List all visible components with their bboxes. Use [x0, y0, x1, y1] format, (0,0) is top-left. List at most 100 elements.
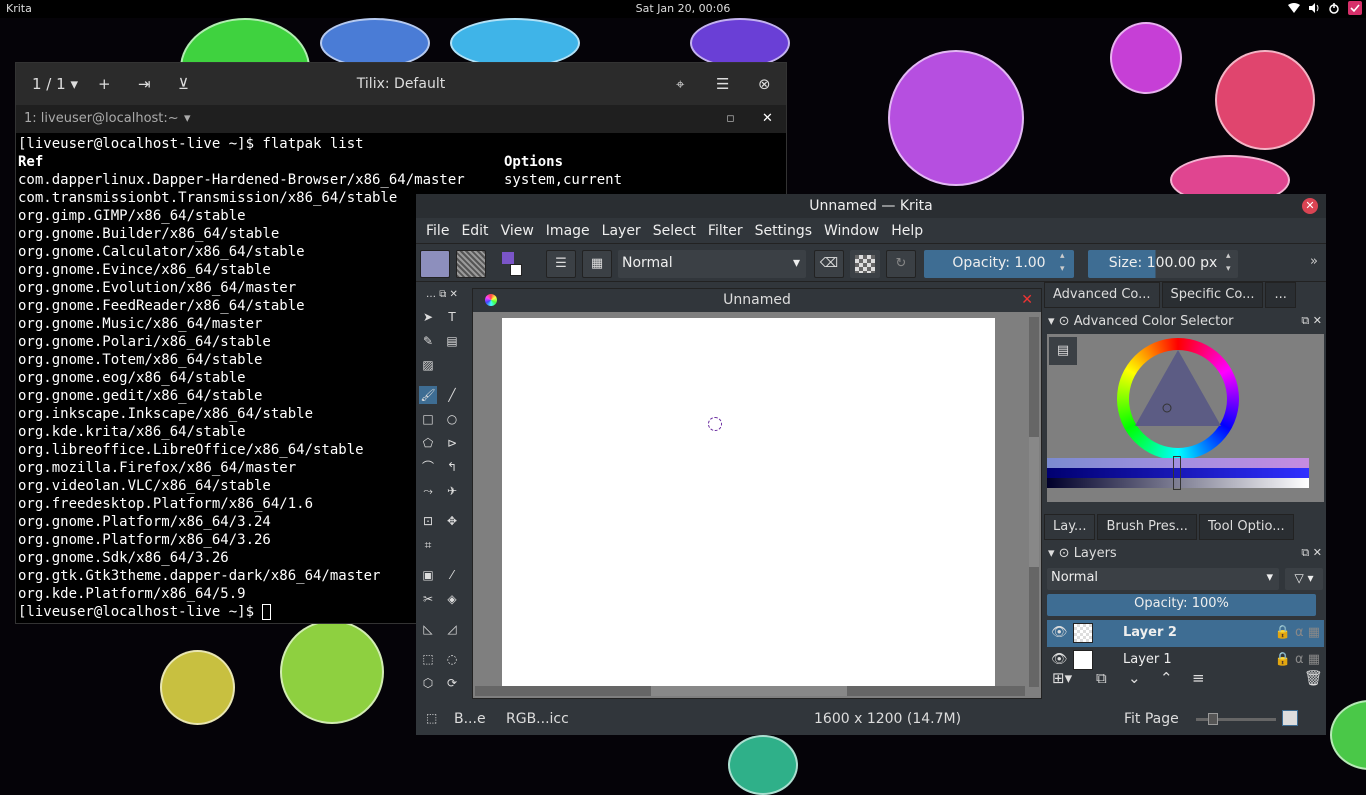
canvas-only-button[interactable] [1282, 710, 1298, 726]
eye-icon[interactable]: 👁 [1051, 652, 1068, 667]
system-tray[interactable] [1288, 1, 1362, 15]
choose-brush-preset-button[interactable]: ▦ [582, 250, 612, 278]
layer-name[interactable]: Layer 2 [1123, 625, 1177, 640]
rectangular-selection-tool[interactable]: ⬚ [419, 650, 437, 668]
preserve-alpha-button[interactable] [850, 250, 880, 278]
opacity-spin[interactable]: ▴ ▾ [1060, 250, 1072, 276]
assistant-tool[interactable]: ◺ [419, 620, 437, 638]
docker-tab[interactable]: ... [1265, 282, 1296, 308]
duplicate-layer-icon[interactable]: ⧉ [1096, 669, 1107, 687]
pattern-swatch[interactable] [420, 250, 450, 278]
layer-opacity-slider[interactable]: Opacity: 100% [1047, 594, 1316, 616]
selector-settings-button[interactable]: ▤ [1049, 337, 1077, 365]
lock-alpha-icons[interactable]: 🔒 α ▦ [1275, 625, 1320, 640]
maximize-icon[interactable]: ▫ [726, 111, 735, 126]
docker-tab[interactable]: Specific Co... [1161, 282, 1264, 308]
float-close-icon[interactable]: ⧉ ✕ [1301, 314, 1322, 328]
select-shapes-tool[interactable]: ➤ [419, 308, 437, 326]
opacity-slider[interactable]: Opacity: 1.00 [924, 250, 1074, 278]
color-picker-tool[interactable]: ⁄ [443, 566, 461, 584]
polygonal-selection-tool[interactable]: ⬡ [419, 674, 437, 692]
ellipse-tool[interactable]: ○ [443, 410, 461, 428]
slider-handle[interactable] [1173, 456, 1181, 490]
smart-patch-tool[interactable]: ✂ [419, 590, 437, 608]
layer-row[interactable]: 👁 Layer 2 🔒 α ▦ [1047, 620, 1324, 647]
chevron-down-icon[interactable]: ▾ [184, 111, 191, 126]
polygon-tool[interactable]: ⬠ [419, 434, 437, 452]
multibrush-tool[interactable]: ✈ [443, 482, 461, 500]
rectangle-tool[interactable]: □ [419, 410, 437, 428]
freehand-path-tool[interactable]: ↰ [443, 458, 461, 476]
foreground-color[interactable] [502, 252, 514, 264]
blend-mode-select[interactable]: Normal ▾ [618, 250, 806, 278]
layer-blend-select[interactable]: Normal ▾ [1047, 568, 1279, 590]
terminal-tab[interactable]: 1: liveuser@localhost:~ ▾ ▫ ✕ [16, 105, 786, 133]
layer-name[interactable]: Layer 1 [1123, 652, 1172, 667]
close-window-button[interactable]: ✕ [1302, 198, 1318, 214]
dynamic-brush-tool[interactable]: ⤳ [419, 482, 437, 500]
close-window-button[interactable]: ⊗ [758, 74, 771, 94]
brush-preset-swatch[interactable] [456, 250, 486, 278]
size-slider[interactable]: Size: 100.00 px [1088, 250, 1238, 278]
docker-tab[interactable]: Advanced Co... [1044, 282, 1160, 308]
size-spin[interactable]: ▴ ▾ [1226, 250, 1238, 276]
calligraphy-tool[interactable]: ▤ [443, 332, 461, 350]
color-swatches[interactable] [500, 252, 528, 278]
float-close-icon[interactable]: ⧉ ✕ [1301, 546, 1322, 560]
menu-help[interactable]: Help [885, 223, 929, 239]
crop-tool[interactable]: ⌗ [419, 536, 437, 554]
menu-select[interactable]: Select [647, 223, 702, 239]
menu-button[interactable]: ☰ [716, 74, 729, 94]
freehand-selection-tool[interactable]: ⟳ [443, 674, 461, 692]
close-icon[interactable]: ✕ [762, 111, 773, 126]
color-profile[interactable]: RGB...icc [506, 711, 569, 727]
move-up-icon[interactable]: ⌃ [1160, 669, 1173, 687]
docker-tab[interactable]: Tool Optio... [1198, 514, 1294, 540]
clock[interactable]: Sat Jan 20, 00:06 [0, 2, 1366, 15]
menu-settings[interactable]: Settings [749, 223, 818, 239]
hue-ring[interactable] [1117, 338, 1239, 460]
zoom-mode[interactable]: Fit Page [1124, 711, 1179, 727]
menu-image[interactable]: Image [540, 223, 596, 239]
polyline-tool[interactable]: ⊳ [443, 434, 461, 452]
menu-edit[interactable]: Edit [455, 223, 494, 239]
scrollbar-thumb[interactable] [651, 686, 847, 696]
menu-file[interactable]: File [420, 223, 455, 239]
close-document-icon[interactable]: ✕ [1021, 292, 1033, 308]
background-color[interactable] [510, 264, 522, 276]
find-button[interactable]: ⌖ [676, 74, 684, 94]
sv-triangle[interactable] [1129, 348, 1227, 438]
toolbox-header[interactable]: … ⧉ ✕ [422, 286, 462, 304]
menu-view[interactable]: View [495, 223, 540, 239]
lock-alpha-icons[interactable]: 🔒 α ▦ [1275, 652, 1320, 667]
gradient-editing-tool[interactable]: ▨ [419, 356, 437, 374]
krita-window[interactable]: Unnamed — Krita ✕ File Edit View Image Layer… [416, 194, 1326, 735]
docker-tab[interactable]: Lay... [1044, 514, 1096, 540]
menu-filter[interactable]: Filter [702, 223, 749, 239]
horizontal-scrollbar[interactable] [475, 686, 1025, 696]
layer-filter-button[interactable]: ▽ ▾ [1285, 568, 1323, 590]
current-brush[interactable]: B...e [454, 711, 486, 727]
move-down-icon[interactable]: ⌄ [1128, 669, 1141, 687]
scrollbar-thumb[interactable] [1029, 437, 1039, 567]
docker-tab[interactable]: Brush Pres... [1097, 514, 1197, 540]
vertical-scrollbar[interactable] [1029, 317, 1039, 687]
move-tool[interactable]: ✥ [443, 512, 461, 530]
menu-layer[interactable]: Layer [596, 223, 647, 239]
zoom-slider-handle[interactable] [1208, 713, 1218, 725]
toolbar-overflow-button[interactable]: » [1310, 254, 1318, 269]
bezier-tool[interactable]: ⌒ [419, 458, 437, 476]
elliptical-selection-tool[interactable]: ◌ [443, 650, 461, 668]
text-tool[interactable]: T [443, 308, 461, 326]
line-tool[interactable]: ╱ [443, 386, 461, 404]
measure-tool[interactable]: ◿ [443, 620, 461, 638]
reload-preset-button[interactable]: ↻ [886, 250, 916, 278]
freehand-brush-tool[interactable]: 🖌 [419, 386, 437, 404]
add-layer-icon[interactable]: ⊞▾ [1052, 669, 1072, 687]
eye-icon[interactable]: 👁 [1051, 625, 1068, 640]
menu-window[interactable]: Window [818, 223, 885, 239]
gradient-tool[interactable]: ▣ [419, 566, 437, 584]
edit-brush-settings-button[interactable]: ☰ [546, 250, 576, 278]
eraser-mode-button[interactable]: ⌫ [814, 250, 844, 278]
fill-tool[interactable]: ◈ [443, 590, 461, 608]
